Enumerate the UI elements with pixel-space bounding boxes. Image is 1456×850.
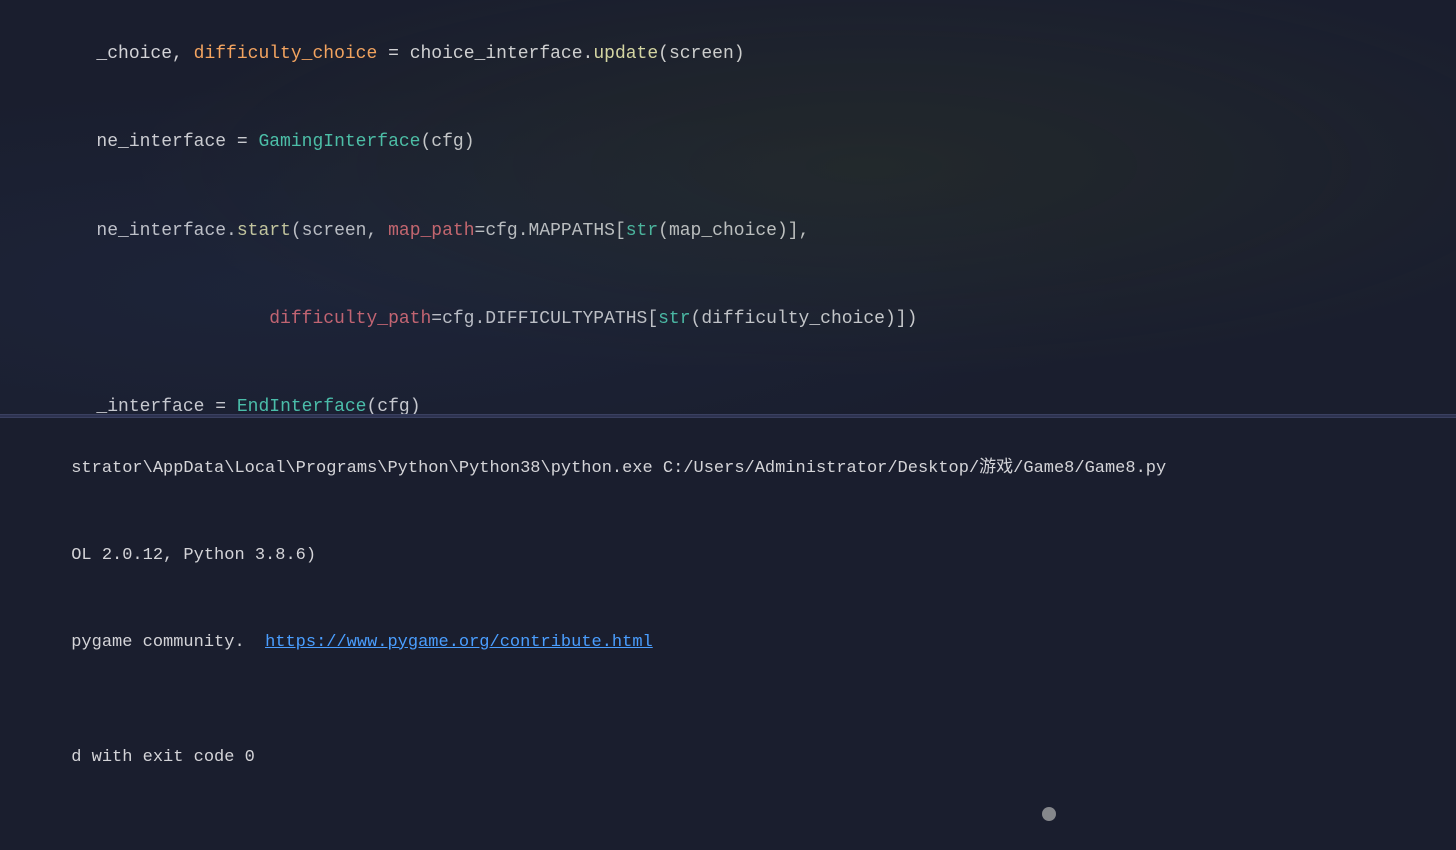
- code-line-2: ne_interface = GamingInterface(cfg): [0, 98, 1456, 186]
- terminal-line-4: [10, 686, 1456, 715]
- terminal-line-2: OL 2.0.12, Python 3.8.6): [10, 513, 1456, 600]
- pygame-contribute-link[interactable]: https://www.pygame.org/contribute.html: [265, 633, 653, 652]
- terminal-line-5: d with exit code 0: [10, 715, 1456, 802]
- terminal-line-1: strator\AppData\Local\Programs\Python\Py…: [10, 426, 1456, 513]
- terminal-line-3: pygame community. https://www.pygame.org…: [10, 600, 1456, 687]
- mouse-cursor: [1042, 807, 1056, 821]
- code-line-1: _choice, difficulty_choice = choice_inte…: [0, 10, 1456, 98]
- code-line-4: difficulty_path=cfg.DIFFICULTYPATHS[str(…: [0, 275, 1456, 363]
- code-editor[interactable]: _choice, difficulty_choice = choice_inte…: [0, 0, 1456, 414]
- code-line-3: ne_interface.start(screen, map_path=cfg.…: [0, 187, 1456, 275]
- code-line-5: _interface = EndInterface(cfg): [0, 364, 1456, 415]
- terminal-panel[interactable]: strator\AppData\Local\Programs\Python\Py…: [0, 418, 1456, 850]
- ide-window: _choice, difficulty_choice = choice_inte…: [0, 0, 1456, 850]
